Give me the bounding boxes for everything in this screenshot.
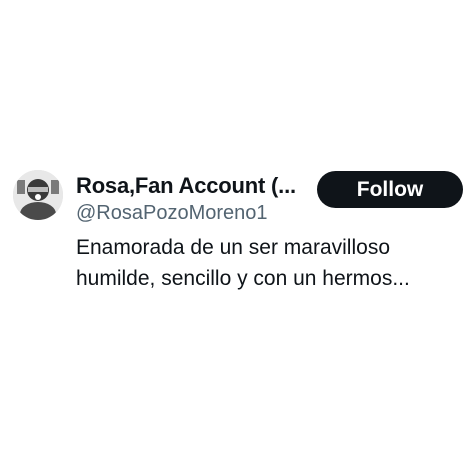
- user-handle[interactable]: @RosaPozoMoreno1: [76, 202, 268, 225]
- follow-button[interactable]: Follow: [317, 171, 463, 208]
- display-name[interactable]: Rosa,Fan Account (...: [76, 173, 296, 199]
- user-card: Rosa,Fan Account (... @RosaPozoMoreno1 F…: [0, 0, 474, 474]
- avatar[interactable]: [13, 170, 63, 220]
- bio-line: humilde, sencillo y con un hermos...: [76, 267, 410, 290]
- bio-line: Enamorada de un ser maravilloso: [76, 236, 390, 259]
- avatar-photo-icon: [13, 170, 63, 220]
- user-bio: Enamorada de un ser maravilloso humilde,…: [76, 232, 466, 294]
